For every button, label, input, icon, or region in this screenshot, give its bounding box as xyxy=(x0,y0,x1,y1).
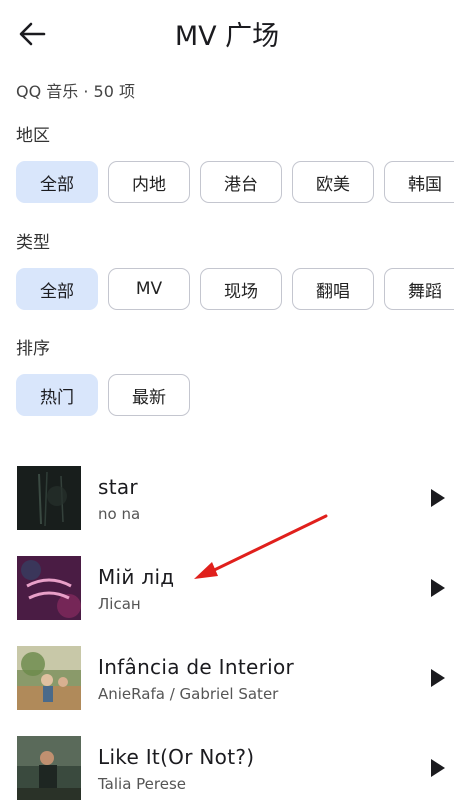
sort-chip-latest[interactable]: 最新 xyxy=(108,374,190,416)
play-icon[interactable] xyxy=(428,667,448,689)
mv-list: star no na Мій лід Лісан Infância de Int… xyxy=(0,457,454,805)
region-chip-hk-tw[interactable]: 港台 xyxy=(200,161,282,203)
type-chip-all[interactable]: 全部 xyxy=(16,268,98,310)
region-chip-korea[interactable]: 韩国 xyxy=(384,161,454,203)
list-item[interactable]: Infância de Interior AnieRafa / Gabriel … xyxy=(0,637,454,727)
list-item[interactable]: star no na xyxy=(0,457,454,547)
type-chip-cover[interactable]: 翻唱 xyxy=(292,268,374,310)
page-title: MV 广场 xyxy=(174,21,280,52)
mv-thumbnail xyxy=(17,646,81,710)
mv-artist: AnieRafa / Gabriel Sater xyxy=(98,685,279,703)
mv-thumbnail xyxy=(17,466,81,530)
region-chip-all[interactable]: 全部 xyxy=(16,161,98,203)
mv-title: Infância de Interior xyxy=(98,655,295,679)
region-chip-mainland[interactable]: 内地 xyxy=(108,161,190,203)
region-chip-row: 全部 内地 港台 欧美 韩国 xyxy=(16,161,454,203)
mv-thumbnail xyxy=(17,556,81,620)
region-chip-western[interactable]: 欧美 xyxy=(292,161,374,203)
play-icon[interactable] xyxy=(428,577,448,599)
mv-artist: no na xyxy=(98,505,141,523)
type-label: 类型 xyxy=(16,233,50,253)
sort-chip-row: 热门 最新 xyxy=(16,374,190,416)
mv-artist: Talia Perese xyxy=(98,775,187,793)
source-count-label: QQ 音乐 · 50 项 xyxy=(16,82,135,101)
list-item[interactable]: Мій лід Лісан xyxy=(0,547,454,637)
mv-title: Мій лід xyxy=(98,565,175,589)
play-icon[interactable] xyxy=(428,487,448,509)
type-chip-row: 全部 MV 现场 翻唱 舞蹈 xyxy=(16,268,454,310)
sort-chip-hot[interactable]: 热门 xyxy=(16,374,98,416)
region-label: 地区 xyxy=(16,126,50,146)
mv-title: star xyxy=(98,475,138,499)
play-icon[interactable] xyxy=(428,757,448,779)
sort-label: 排序 xyxy=(16,339,50,359)
list-item[interactable]: Like It(Or Not?) Talia Perese xyxy=(0,727,454,805)
mv-title: Like It(Or Not?) xyxy=(98,745,255,769)
type-chip-dance[interactable]: 舞蹈 xyxy=(384,268,454,310)
mv-thumbnail xyxy=(17,736,81,800)
type-chip-live[interactable]: 现场 xyxy=(200,268,282,310)
app-bar: MV 广场 xyxy=(0,0,454,66)
type-chip-mv[interactable]: MV xyxy=(108,268,190,310)
mv-artist: Лісан xyxy=(98,595,141,613)
